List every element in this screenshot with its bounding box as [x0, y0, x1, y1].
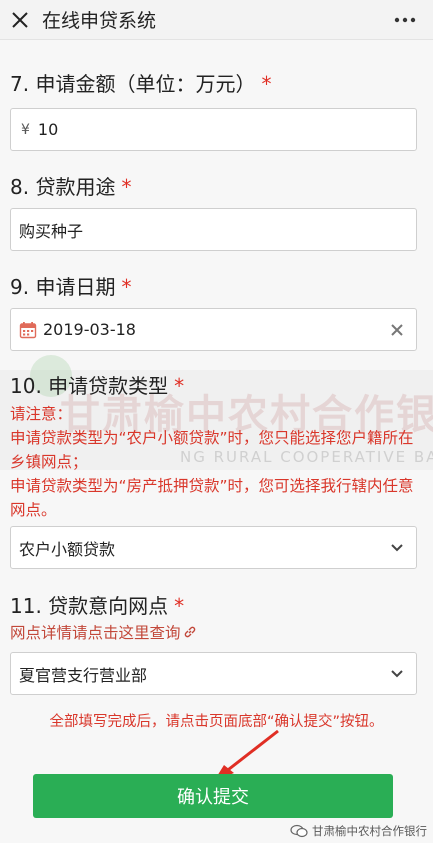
branch-select[interactable]: 夏官营支行营业部 [10, 652, 417, 695]
wechat-icon [290, 824, 308, 838]
q8-label: 8. 贷款用途 [10, 175, 116, 199]
required-mark: * [121, 175, 132, 199]
close-icon [12, 11, 28, 28]
chevron-down-icon [391, 544, 403, 552]
signature-text: 甘肃榆中农村合作银行 [312, 824, 427, 838]
required-mark: * [174, 374, 185, 398]
calendar-icon [19, 321, 37, 338]
clear-icon [391, 324, 403, 336]
note-line: 申请贷款类型为“房产抵押贷款”时，您可选择我行辖内任意网点。 [10, 477, 414, 519]
branch-query-label: 网点详情请点击这里查询 [10, 624, 181, 642]
amount-value: 10 [37, 120, 59, 139]
more-button[interactable] [391, 6, 419, 34]
q11-label: 11. 贷款意向网点 [10, 594, 169, 618]
wechat-signature: 甘肃榆中农村合作银行 [290, 823, 427, 839]
loan-type-note: 请注意： 申请贷款类型为“农户小额贷款”时，您只能选择您户籍所在乡镇网点； 申请… [10, 402, 420, 522]
branch-value: 夏官营支行营业部 [19, 665, 148, 685]
submit-button[interactable]: 确认提交 [33, 774, 393, 818]
q10-title: 10. 申请贷款类型 * [10, 370, 184, 399]
date-input[interactable]: 2019-03-18 [10, 308, 417, 351]
note-line: 申请贷款类型为“农户小额贷款”时，您只能选择您户籍所在乡镇网点； [10, 429, 414, 471]
chevron-down-icon [391, 670, 403, 678]
required-mark: * [121, 275, 132, 299]
branch-query-link[interactable]: 网点详情请点击这里查询 [10, 621, 197, 643]
close-button[interactable] [0, 0, 40, 40]
q7-title: 7. 申请金额（单位：万元） * [10, 68, 271, 97]
clear-date-button[interactable] [388, 321, 406, 339]
page-title: 在线申贷系统 [42, 10, 157, 32]
date-value: 2019-03-18 [43, 320, 136, 339]
more-icon [394, 17, 416, 23]
title-bar: 在线申贷系统 [0, 0, 433, 40]
loan-type-select[interactable]: 农户小额贷款 [10, 526, 417, 569]
q7-label: 7. 申请金额（单位：万元） [10, 72, 256, 96]
link-icon [184, 626, 195, 638]
purpose-value: 购买种子 [19, 221, 84, 241]
amount-input[interactable]: ¥ 10 [10, 108, 417, 151]
q8-title: 8. 贷款用途 * [10, 171, 131, 200]
q9-label: 9. 申请日期 [10, 275, 116, 299]
required-mark: * [174, 594, 185, 618]
dropdown-arrow [388, 539, 406, 557]
loan-type-value: 农户小额贷款 [19, 539, 116, 559]
note-line: 请注意： [10, 405, 73, 423]
q11-title: 11. 贷款意向网点 * [10, 590, 184, 619]
dropdown-arrow [388, 665, 406, 683]
q9-title: 9. 申请日期 * [10, 271, 131, 300]
purpose-input[interactable]: 购买种子 [10, 208, 417, 251]
yuan-prefix: ¥ [21, 121, 30, 138]
required-mark: * [261, 72, 272, 96]
q10-label: 10. 申请贷款类型 [10, 374, 169, 398]
